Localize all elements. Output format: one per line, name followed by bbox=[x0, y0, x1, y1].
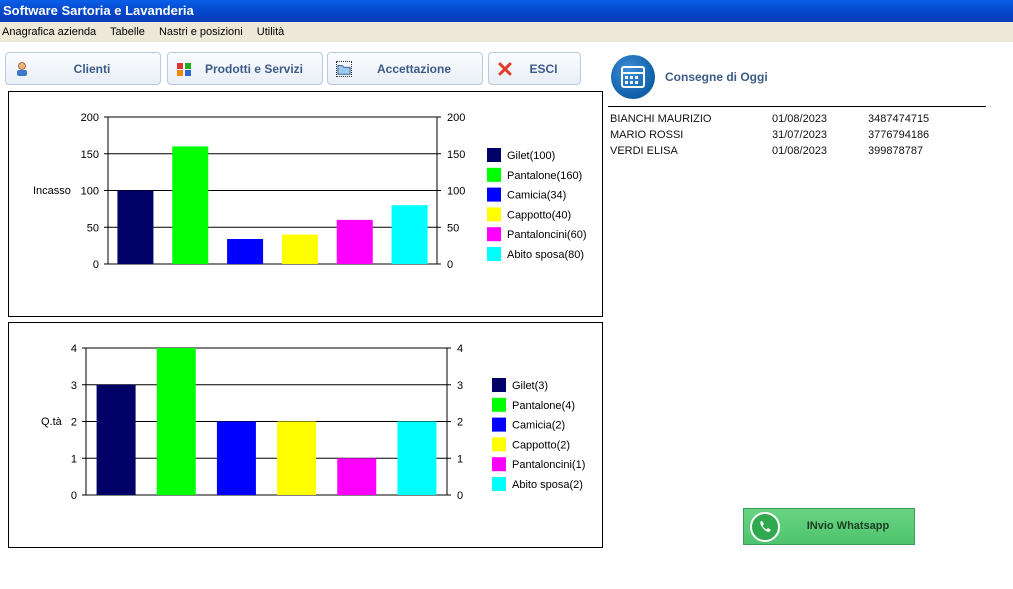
bar-2 bbox=[172, 146, 209, 264]
products-icon bbox=[176, 61, 192, 77]
bar-6 bbox=[397, 421, 437, 495]
incasso-chart-svg: 0 0 50 50 100 100 150 150 200 200 Incasso Gilet(100… bbox=[33, 112, 587, 271]
y-tick-label-right: 150 bbox=[447, 149, 465, 161]
y-tick-label-right: 200 bbox=[447, 112, 465, 124]
delivery-name: VERDI ELISA bbox=[610, 145, 678, 157]
legend-entry: Gilet(3) bbox=[512, 380, 548, 392]
delivery-phone: 399878787 bbox=[868, 145, 924, 157]
user-icon bbox=[14, 61, 30, 77]
incasso-chart: 0 0 50 50 100 100 150 150 200 200 Incasso Gilet(100… bbox=[8, 91, 603, 317]
delivery-date: 01/08/2023 bbox=[772, 113, 828, 125]
y-tick-label-right: 3 bbox=[457, 380, 463, 392]
bar-4 bbox=[281, 234, 318, 264]
calendar-icon[interactable] bbox=[611, 55, 655, 99]
prodotti-e-servizi-button[interactable]: Prodotti e Servizi bbox=[167, 52, 323, 85]
consegne-divider bbox=[608, 106, 986, 107]
legend-swatch bbox=[487, 187, 501, 202]
consegne-title: Consegne di Oggi bbox=[665, 70, 768, 84]
y-tick-label-right: 2 bbox=[457, 417, 463, 429]
quantita-chart: 0 0 1 1 2 2 3 3 4 4 Q.tà Gilet(3) Pantalone(4) Camici… bbox=[8, 322, 603, 548]
whatsapp-icon bbox=[750, 512, 780, 542]
y-tick-label-right: 0 bbox=[447, 259, 453, 271]
bar-6 bbox=[391, 205, 428, 264]
delivery-phone: 3487474715 bbox=[868, 113, 930, 125]
legend-swatch bbox=[487, 247, 501, 261]
window-title: Software Sartoria e Lavanderia bbox=[0, 0, 1013, 22]
y-tick-label-left: 50 bbox=[87, 222, 99, 234]
folder-icon bbox=[336, 61, 352, 77]
legend-swatch bbox=[487, 207, 501, 222]
invio-whatsapp-label: INvio Whatsapp bbox=[806, 520, 890, 532]
legend-entry: Pantaloncini(1) bbox=[512, 459, 585, 471]
clienti-button[interactable]: Clienti bbox=[5, 52, 161, 85]
y-tick-label-left: 100 bbox=[81, 186, 99, 198]
legend-swatch bbox=[487, 227, 501, 242]
legend-entry: Gilet(100) bbox=[507, 150, 555, 162]
bar-4 bbox=[277, 421, 317, 495]
y-tick-label-right: 0 bbox=[457, 490, 463, 502]
bar-3 bbox=[227, 239, 264, 264]
menu-nastri-e-posizioni[interactable]: Nastri e posizioni bbox=[159, 26, 243, 38]
menu-utilita[interactable]: Utilità bbox=[257, 26, 285, 38]
legend-swatch bbox=[487, 148, 501, 162]
delivery-name: MARIO ROSSI bbox=[610, 129, 684, 141]
legend-entry: Pantalone(4) bbox=[512, 400, 575, 412]
y-axis-label: Incasso bbox=[33, 185, 71, 197]
legend-entry: Abito sposa(80) bbox=[507, 249, 584, 261]
legend-entry: Camicia(34) bbox=[507, 190, 566, 202]
legend-entry: Abito sposa(2) bbox=[512, 479, 583, 491]
y-tick-label-left: 4 bbox=[71, 343, 77, 355]
menu-bar: Anagrafica azienda Tabelle Nastri e posi… bbox=[0, 22, 1013, 42]
legend-swatch bbox=[492, 437, 506, 452]
delivery-date: 31/07/2023 bbox=[772, 129, 828, 141]
legend-entry: Cappotto(40) bbox=[507, 209, 571, 221]
y-axis-label: Q.tà bbox=[41, 416, 63, 428]
accettazione-button[interactable]: Accettazione bbox=[327, 52, 483, 85]
close-icon bbox=[497, 61, 513, 77]
invio-whatsapp-button[interactable]: INvio Whatsapp bbox=[743, 508, 915, 545]
bar-1 bbox=[96, 384, 136, 495]
bar-3 bbox=[216, 421, 256, 495]
delivery-phone: 3776794186 bbox=[868, 129, 930, 141]
legend-swatch bbox=[492, 397, 506, 412]
legend-swatch bbox=[492, 417, 506, 432]
y-tick-label-left: 0 bbox=[93, 259, 99, 271]
legend-entry: Cappotto(2) bbox=[512, 439, 570, 451]
bar-1 bbox=[117, 190, 154, 264]
y-tick-label-left: 200 bbox=[81, 112, 99, 124]
menu-tabelle[interactable]: Tabelle bbox=[110, 26, 145, 38]
y-tick-label-left: 2 bbox=[71, 417, 77, 429]
y-tick-label-right: 4 bbox=[457, 343, 463, 355]
delivery-name: BIANCHI MAURIZIO bbox=[610, 113, 712, 125]
delivery-date: 01/08/2023 bbox=[772, 145, 828, 157]
esci-button[interactable]: ESCI bbox=[488, 52, 581, 85]
y-tick-label-right: 1 bbox=[457, 453, 463, 465]
bar-5 bbox=[336, 219, 373, 264]
legend-swatch bbox=[492, 457, 506, 472]
y-tick-label-right: 100 bbox=[447, 186, 465, 198]
menu-anagrafica-azienda[interactable]: Anagrafica azienda bbox=[2, 26, 96, 38]
legend-swatch bbox=[492, 477, 506, 491]
legend-entry: Camicia(2) bbox=[512, 420, 565, 432]
legend-entry: Pantaloncini(60) bbox=[507, 229, 587, 241]
quantita-chart-svg: 0 0 1 1 2 2 3 3 4 4 Q.tà Gilet(3) Pantalone(4) Camici… bbox=[41, 343, 585, 502]
y-tick-label-right: 50 bbox=[447, 222, 459, 234]
bar-5 bbox=[337, 458, 377, 495]
y-tick-label-left: 150 bbox=[81, 149, 99, 161]
legend-swatch bbox=[492, 378, 506, 392]
legend-swatch bbox=[487, 167, 501, 182]
legend-entry: Pantalone(160) bbox=[507, 170, 582, 182]
bar-2 bbox=[156, 348, 196, 495]
y-tick-label-left: 1 bbox=[71, 453, 77, 465]
y-tick-label-left: 0 bbox=[71, 490, 77, 502]
y-tick-label-left: 3 bbox=[71, 380, 77, 392]
